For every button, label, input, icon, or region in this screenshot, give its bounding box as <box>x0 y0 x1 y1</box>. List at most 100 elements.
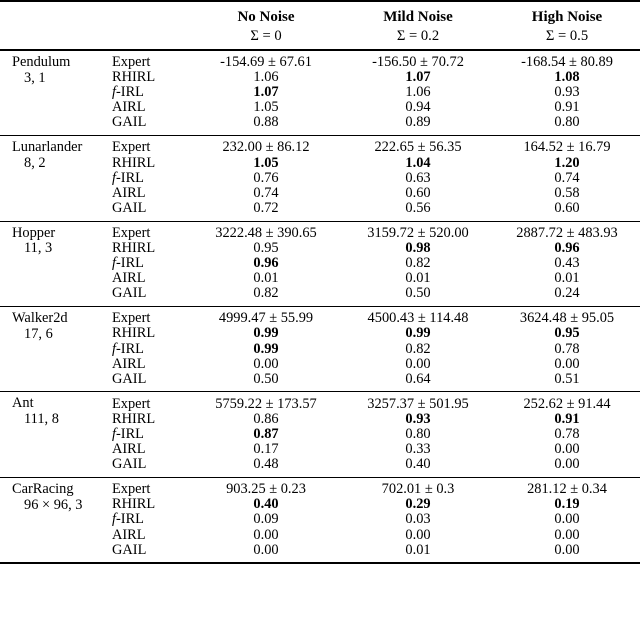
value-cell: 252.62 ± 91.44 <box>523 395 611 412</box>
value-cell: 0.99 <box>253 325 279 342</box>
value-cell: 0.19 <box>554 496 580 513</box>
method-cell: RHIRL <box>112 155 190 170</box>
value-cell: 0.00 <box>554 456 580 473</box>
table-bottom-rule <box>0 562 640 566</box>
value-cell: 0.00 <box>554 441 580 458</box>
value-cell: 0.24 <box>554 285 580 302</box>
table-row: Hopper 11, 3 Expert 3222.48 ± 390.65 3159.72… <box>0 224 640 255</box>
method-label: AIRL <box>112 355 146 372</box>
value-cell: 903.25 ± 0.23 <box>226 481 306 498</box>
value-cell: 0.43 <box>554 255 580 272</box>
method-cell: AIRL <box>112 442 190 457</box>
value-cell: 0.60 <box>405 184 431 201</box>
value-cell: 1.06 <box>253 69 279 86</box>
value-cell: 0.00 <box>554 511 580 528</box>
value-cell: 2887.72 ± 483.93 <box>516 224 618 241</box>
table-row: Walker2d 17, 6 Expert 4999.47 ± 55.99 4500.4… <box>0 310 640 341</box>
env-name: Lunarlander <box>12 139 83 156</box>
method-cell: f-IRL <box>112 85 190 100</box>
method-cell: f-IRL <box>112 341 190 356</box>
env-dims: 17, 6 <box>24 325 53 342</box>
value-cell: 0.33 <box>405 441 431 458</box>
env-dims: 96 × 96, 3 <box>24 496 83 513</box>
header-group-subtitle: Σ = 0 <box>250 28 282 44</box>
value-cell: 0.80 <box>554 114 580 131</box>
value-cell: 0.80 <box>405 426 431 442</box>
method-label: GAIL <box>112 541 147 558</box>
value-cell: 1.20 <box>554 154 580 171</box>
value-cell: 164.52 ± 16.79 <box>523 139 611 156</box>
header-env-col <box>0 8 112 44</box>
value-cell: 3222.48 ± 390.65 <box>215 224 317 241</box>
method-cell: AIRL <box>112 271 190 286</box>
method-cell: GAIL <box>112 371 190 386</box>
method-label: Expert <box>112 224 151 241</box>
value-cell: 3624.48 ± 95.05 <box>519 310 615 327</box>
method-label: GAIL <box>112 456 147 473</box>
env-name: Ant <box>12 395 34 412</box>
value-cell: 0.00 <box>405 355 431 372</box>
header-group-2: High Noise Σ = 0.5 <box>494 8 640 44</box>
value-cell: 702.01 ± 0.3 <box>381 481 455 498</box>
env-name: CarRacing <box>12 480 74 497</box>
method-cell: GAIL <box>112 200 190 215</box>
results-table-container: No Noise Σ = 0 Mild Noise Σ = 0.2 High Noise… <box>0 0 640 631</box>
method-cell: Expert <box>112 311 190 326</box>
env-dims: 111, 8 <box>24 411 59 428</box>
header-group-subtitle: Σ = 0.2 <box>396 28 440 44</box>
value-cell: 1.07 <box>253 84 279 101</box>
value-cell: 0.86 <box>253 410 279 427</box>
value-cell: 0.50 <box>253 370 279 387</box>
value-cell: 0.95 <box>554 325 580 342</box>
method-cell: f-IRL <box>112 170 190 185</box>
env-cell: Lunarlander 8, 2 <box>0 140 112 215</box>
value-cell: -154.69 ± 67.61 <box>220 53 312 70</box>
value-cell: 0.78 <box>554 426 580 442</box>
value-cell: 0.99 <box>253 340 279 357</box>
method-cell: GAIL <box>112 457 190 472</box>
value-cell: 1.05 <box>253 99 279 116</box>
value-cell: 0.64 <box>405 370 431 387</box>
method-cell: GAIL <box>112 286 190 301</box>
value-cell: 0.99 <box>405 325 431 342</box>
method-label: RHIRL <box>112 69 156 86</box>
value-cell: -168.54 ± 80.89 <box>521 53 613 70</box>
method-cell: RHIRL <box>112 241 190 256</box>
value-cell: 0.17 <box>253 441 279 458</box>
header-method-col <box>112 8 190 44</box>
method-label: AIRL <box>112 441 146 458</box>
value-cell: 0.72 <box>253 199 279 216</box>
method-cell: AIRL <box>112 100 190 115</box>
value-cell: 0.93 <box>405 410 431 427</box>
header-group-title: Mild Noise <box>383 9 453 25</box>
value-cell: 4999.47 ± 55.99 <box>218 310 314 327</box>
method-cell: RHIRL <box>112 70 190 85</box>
table-row: Pendulum 3, 1 Expert -154.69 ± 67.61 -156.50… <box>0 53 640 84</box>
table-row: Lunarlander 8, 2 Expert 232.00 ± 86.12 222.6… <box>0 139 640 170</box>
env-name: Walker2d <box>12 310 68 326</box>
value-cell: 0.00 <box>554 541 580 558</box>
method-cell: f-IRL <box>112 512 190 527</box>
value-cell: 0.89 <box>405 114 431 131</box>
method-label: -IRL <box>116 426 144 442</box>
value-cell: 0.09 <box>253 511 279 528</box>
value-cell: 0.96 <box>253 255 279 272</box>
value-cell: 0.29 <box>405 496 431 513</box>
method-cell: f-IRL <box>112 427 190 442</box>
value-cell: 0.00 <box>554 526 580 543</box>
method-label: Expert <box>112 395 151 412</box>
value-cell: 5759.22 ± 173.57 <box>215 395 317 412</box>
results-table: No Noise Σ = 0 Mild Noise Σ = 0.2 High Noise… <box>0 0 640 566</box>
method-label: -IRL <box>116 84 144 101</box>
env-cell: Walker2d 17, 6 <box>0 311 112 386</box>
value-cell: 1.06 <box>405 84 431 101</box>
value-cell: 0.40 <box>405 456 431 473</box>
header-group-0: No Noise Σ = 0 <box>190 8 342 44</box>
method-cell: Expert <box>112 482 190 497</box>
method-label: RHIRL <box>112 154 156 171</box>
method-label: -IRL <box>116 169 144 186</box>
header-group-1: Mild Noise Σ = 0.2 <box>342 8 494 44</box>
method-label: AIRL <box>112 270 146 287</box>
method-cell: Expert <box>112 396 190 411</box>
value-cell: 0.74 <box>253 184 279 201</box>
